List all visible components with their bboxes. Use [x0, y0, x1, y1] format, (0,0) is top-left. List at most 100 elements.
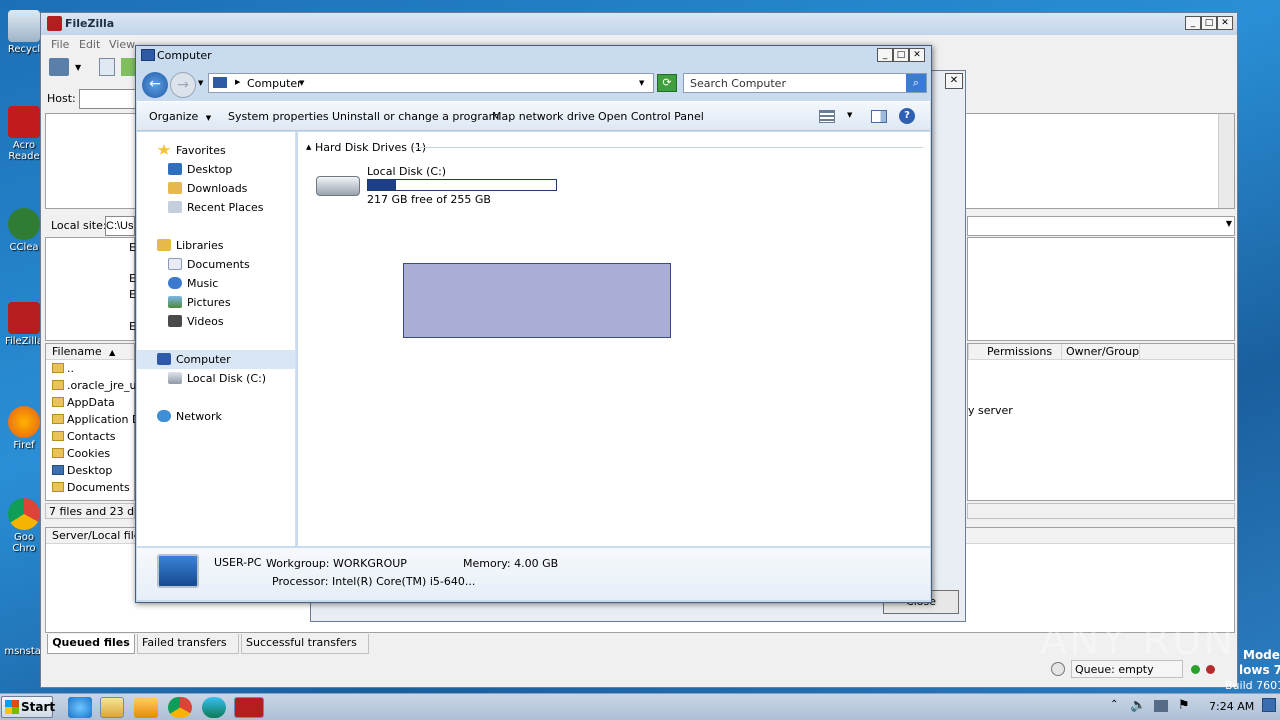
map-network-drive-button[interactable]: Map network drive	[492, 110, 595, 123]
nav-label: Documents	[187, 258, 250, 271]
minimize-button[interactable]: _	[1185, 16, 1201, 30]
log-scrollbar[interactable]	[1218, 114, 1234, 208]
show-hidden-icons-icon[interactable]: ⌃	[1110, 699, 1118, 710]
chrome-icon	[8, 498, 40, 530]
file-row[interactable]: Contacts	[52, 428, 116, 445]
back-button[interactable]: ←	[142, 72, 168, 98]
forward-button[interactable]: →	[170, 72, 196, 98]
refresh-icon[interactable]: ⟳	[657, 74, 677, 92]
group-header[interactable]: Hard Disk Drives (1)	[315, 141, 426, 154]
queue-settings-icon[interactable]	[1051, 662, 1065, 676]
nav-downloads[interactable]: Downloads	[168, 179, 247, 198]
column-header-server-local-file[interactable]: Server/Local file	[52, 529, 141, 542]
local-tree: E E E E	[45, 237, 136, 341]
navigation-pane: Favorites Desktop Downloads Recent Place…	[137, 132, 296, 546]
action-center-icon[interactable]: ⚑	[1178, 698, 1190, 713]
chevron-right-icon[interactable]: ▶	[235, 78, 240, 86]
file-row[interactable]: Cookies	[52, 445, 110, 462]
preview-pane-icon[interactable]	[871, 110, 887, 123]
windows-logo-icon	[5, 700, 19, 714]
nav-label: Libraries	[176, 239, 224, 252]
tab-failed-transfers[interactable]: Failed transfers	[137, 634, 239, 654]
menu-file[interactable]: File	[51, 38, 69, 51]
media-player-icon[interactable]	[134, 697, 158, 718]
nav-label: Network	[176, 410, 222, 423]
internet-explorer-icon[interactable]	[68, 697, 92, 718]
collapse-group-icon[interactable]: ▲	[306, 143, 311, 151]
filezilla-titlebar[interactable]: FileZilla _ □ ✕	[41, 13, 1237, 35]
file-row[interactable]: Desktop	[52, 462, 112, 479]
file-row[interactable]: .oracle_jre_us	[52, 377, 142, 394]
nav-pictures[interactable]: Pictures	[168, 293, 231, 312]
address-bar[interactable]: ▶ Computer ▼ ▼	[208, 73, 654, 93]
search-icon[interactable]: ⌕	[906, 74, 926, 92]
help-icon[interactable]: ?	[899, 108, 915, 124]
nav-recent-places[interactable]: Recent Places	[168, 198, 264, 217]
column-header-permissions[interactable]: Permissions	[968, 344, 1062, 359]
nav-network[interactable]: Network	[157, 407, 222, 426]
view-dropdown-icon[interactable]: ▼	[847, 111, 852, 119]
nav-videos[interactable]: Videos	[168, 312, 224, 331]
host-input[interactable]	[79, 89, 139, 109]
edge-taskbar-icon[interactable]	[202, 697, 226, 718]
system-properties-button[interactable]: System properties	[228, 110, 329, 123]
open-control-panel-button[interactable]: Open Control Panel	[598, 110, 704, 123]
maximize-button[interactable]: □	[893, 48, 909, 62]
folder-icon	[52, 380, 64, 390]
network-tray-icon[interactable]	[1154, 700, 1168, 712]
filezilla-taskbar-icon[interactable]	[234, 697, 264, 718]
nav-computer[interactable]: Computer	[157, 350, 231, 369]
breadcrumb[interactable]: Computer	[247, 77, 302, 90]
drive-tile[interactable]: Local Disk (C:) 217 GB free of 255 GB	[312, 162, 572, 208]
breadcrumb-dropdown-icon[interactable]: ▼	[299, 79, 304, 87]
chevron-down-icon[interactable]: ▼	[1226, 219, 1232, 228]
local-site-path[interactable]	[105, 216, 135, 236]
details-pane: USER-PC Workgroup: WORKGROUP Memory: 4.0…	[137, 548, 930, 600]
file-row[interactable]: Documents	[52, 479, 130, 496]
dialog-close-button[interactable]: ✕	[945, 73, 963, 89]
address-dropdown-icon[interactable]: ▼	[639, 79, 644, 87]
view-options-icon[interactable]	[819, 110, 835, 123]
column-header-owner-group[interactable]: Owner/Group	[1062, 344, 1140, 359]
file-name: ..	[67, 362, 74, 375]
nav-desktop[interactable]: Desktop	[168, 160, 232, 179]
tab-successful-transfers[interactable]: Successful transfers	[241, 634, 369, 654]
nav-local-disk-c[interactable]: Local Disk (C:)	[168, 369, 266, 388]
minimize-button[interactable]: _	[877, 48, 893, 62]
start-button[interactable]: Start	[1, 696, 55, 718]
filezilla-title: FileZilla	[65, 17, 115, 30]
nav-music[interactable]: Music	[168, 274, 218, 293]
hard-drive-icon	[316, 176, 360, 196]
file-row[interactable]: Application Da	[52, 411, 147, 428]
tab-queued-files[interactable]: Queued files	[47, 634, 135, 654]
nav-documents[interactable]: Documents	[168, 255, 250, 274]
dropdown-arrow-icon[interactable]: ▼	[75, 63, 81, 72]
menu-view[interactable]: View	[109, 38, 135, 51]
maximize-button[interactable]: □	[1201, 16, 1217, 30]
remote-site-path[interactable]: ▼	[967, 216, 1235, 236]
clock[interactable]: 7:24 AM	[1209, 700, 1254, 713]
nav-libraries[interactable]: Libraries	[157, 236, 224, 255]
drive-usage-fill	[368, 180, 396, 190]
log-toggle-icon[interactable]	[99, 58, 115, 76]
nav-label: Videos	[187, 315, 224, 328]
file-row[interactable]: ..	[52, 360, 74, 377]
close-button[interactable]: ✕	[1217, 16, 1233, 30]
nav-favorites[interactable]: Favorites	[157, 141, 226, 160]
menu-edit[interactable]: Edit	[79, 38, 100, 51]
explorer-taskbar-icon[interactable]	[100, 697, 124, 718]
search-box[interactable]: Search Computer ⌕	[683, 73, 927, 93]
site-manager-icon[interactable]	[49, 58, 69, 76]
show-desktop-button[interactable]	[1262, 698, 1276, 712]
close-button[interactable]: ✕	[909, 48, 925, 62]
chrome-taskbar-icon[interactable]	[168, 697, 192, 718]
history-dropdown-icon[interactable]: ▼	[198, 79, 203, 87]
uninstall-program-button[interactable]: Uninstall or change a program	[332, 110, 499, 123]
column-header-filename[interactable]: Filename ▲	[46, 344, 134, 360]
file-row[interactable]: AppData	[52, 394, 115, 411]
organize-button[interactable]: Organize ▼	[149, 110, 211, 123]
explorer-titlebar[interactable]: Computer _ □ ✕	[136, 46, 931, 66]
volume-icon[interactable]: 🔈	[1130, 698, 1146, 713]
workgroup: Workgroup: WORKGROUP	[266, 557, 407, 570]
libraries-icon	[157, 239, 171, 251]
